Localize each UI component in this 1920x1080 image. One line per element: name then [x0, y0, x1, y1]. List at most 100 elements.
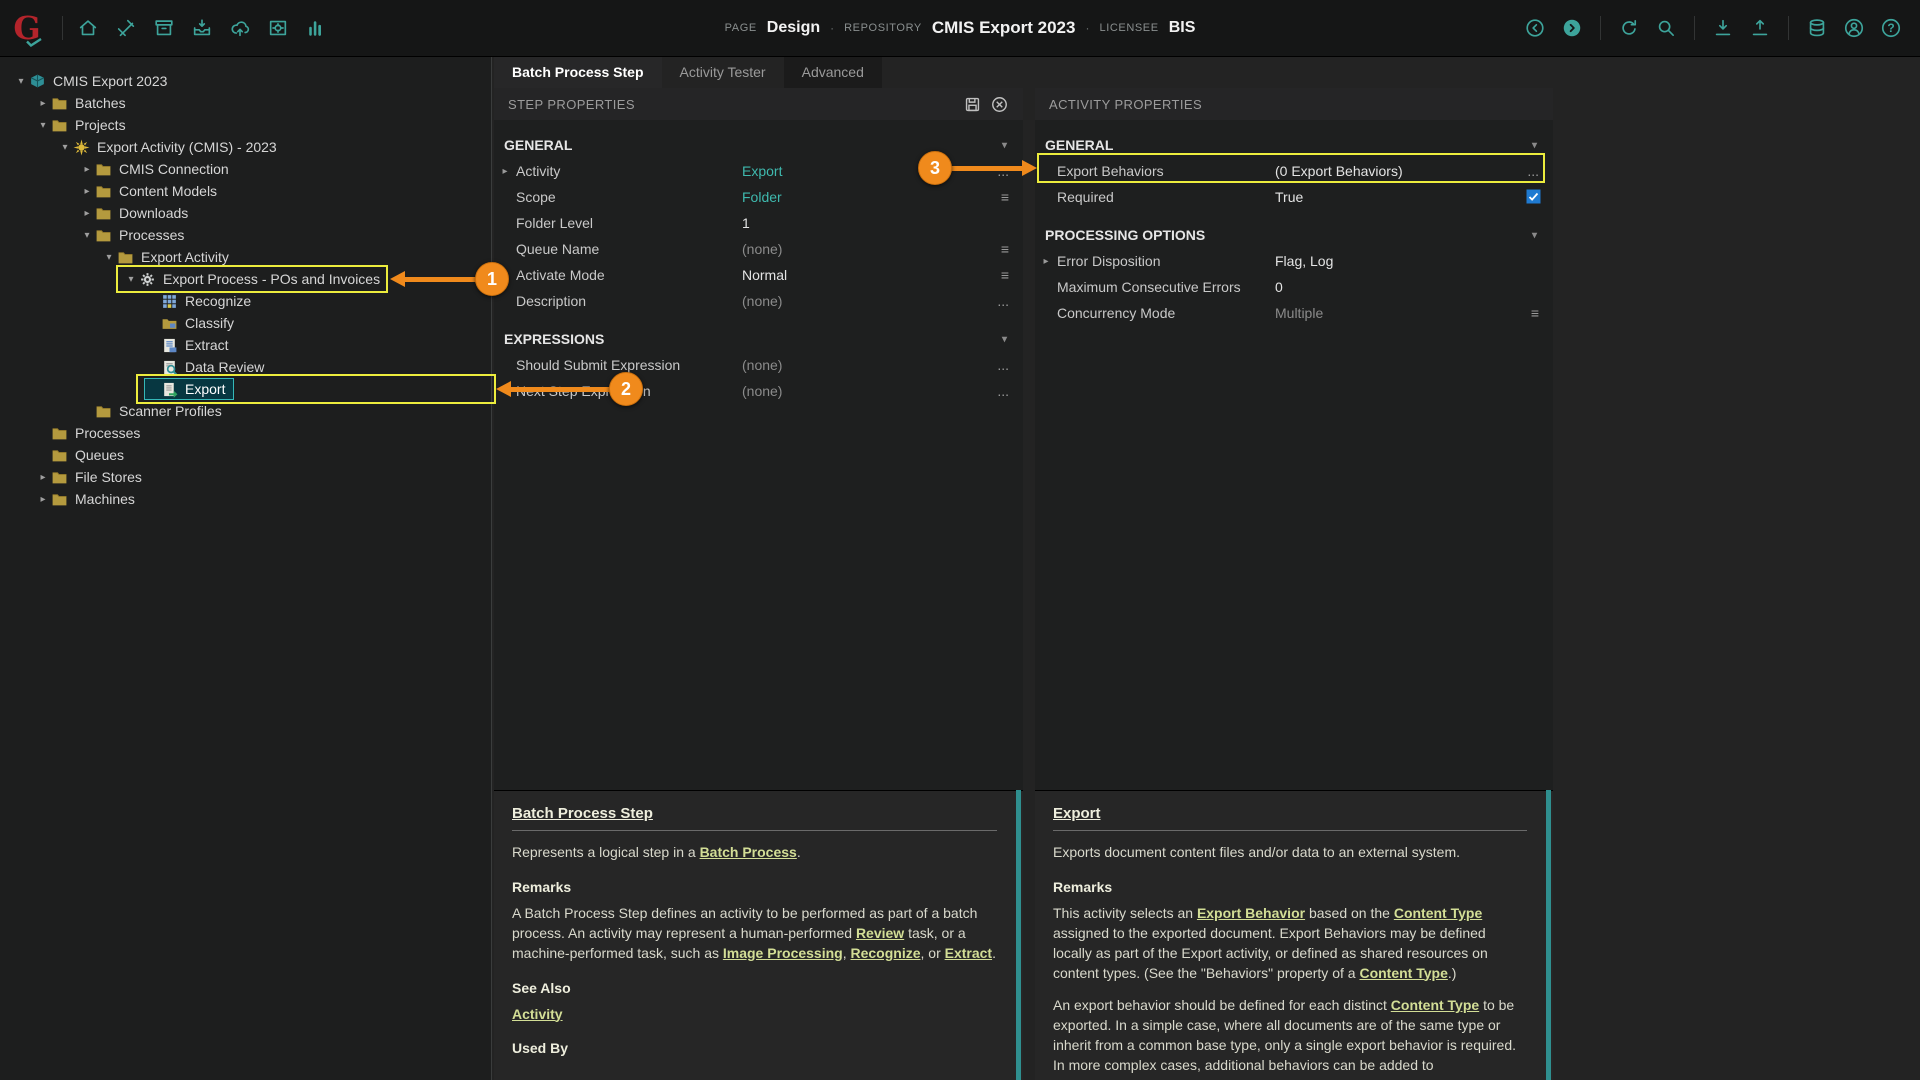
- property-value[interactable]: (none): [742, 378, 782, 404]
- tree-item-content[interactable]: ▸ Content Models: [78, 180, 226, 202]
- property-value[interactable]: True: [1275, 184, 1303, 210]
- property-row-activate-mode[interactable]: Activate Mode Normal ≡: [494, 262, 1023, 288]
- property-value[interactable]: (none): [742, 352, 782, 378]
- tree-item-processes[interactable]: ▾ Processes: [0, 224, 491, 246]
- menu-button[interactable]: ≡: [1531, 300, 1539, 326]
- bar-chart-button[interactable]: [299, 11, 333, 45]
- tree-item-processes[interactable]: Processes: [0, 422, 491, 444]
- tree-item-classify[interactable]: Classify: [0, 312, 491, 334]
- doc-link-activity[interactable]: Activity: [512, 1006, 563, 1022]
- doc-link-content-type[interactable]: Content Type: [1394, 905, 1482, 921]
- tree-item-content[interactable]: ▸ CMIS Connection: [78, 158, 238, 180]
- ellipsis-button[interactable]: ...: [1527, 158, 1539, 184]
- repository-value[interactable]: CMIS Export 2023: [932, 18, 1076, 38]
- tree-item-content[interactable]: ▾ Processes: [78, 224, 193, 246]
- doc-scrollbar[interactable]: [1016, 790, 1021, 1080]
- refresh-button[interactable]: [1612, 11, 1646, 45]
- tree-item-cmis-connection[interactable]: ▸ CMIS Connection: [0, 158, 491, 180]
- tree-item-content[interactable]: Recognize: [144, 290, 260, 312]
- tree-item-recognize[interactable]: Recognize: [0, 290, 491, 312]
- doc-link-recognize[interactable]: Recognize: [850, 945, 920, 961]
- chevron-right-icon[interactable]: ▸: [79, 186, 95, 197]
- property-row-queue-name[interactable]: Queue Name (none) ≡: [494, 236, 1023, 262]
- property-row-export-behaviors[interactable]: Export Behaviors (0 Export Behaviors)...: [1035, 158, 1553, 184]
- doc-link-batch-process[interactable]: Batch Process: [700, 844, 797, 860]
- expander-icon[interactable]: ▸: [1035, 256, 1057, 267]
- doc-link-extract[interactable]: Extract: [945, 945, 992, 961]
- property-row-required[interactable]: Required True: [1035, 184, 1553, 210]
- tree-item-content[interactable]: Extract: [144, 334, 238, 356]
- tab-batch-process-step[interactable]: Batch Process Step: [494, 56, 662, 88]
- save-button[interactable]: [963, 95, 982, 114]
- tree-item-file-stores[interactable]: ▸ File Stores: [0, 466, 491, 488]
- chevron-down-icon[interactable]: ▾: [1002, 334, 1007, 345]
- tree-item-machines[interactable]: ▸ Machines: [0, 488, 491, 510]
- property-value[interactable]: Multiple: [1275, 300, 1323, 326]
- doc-link-review[interactable]: Review: [856, 925, 904, 941]
- chevron-right-icon[interactable]: ▸: [35, 98, 51, 109]
- tree-item-content-models[interactable]: ▸ Content Models: [0, 180, 491, 202]
- import-inbox-button[interactable]: [185, 11, 219, 45]
- property-row-should-submit-expression[interactable]: Should Submit Expression (none)...: [494, 352, 1023, 378]
- property-row-description[interactable]: Description (none)...: [494, 288, 1023, 314]
- tree-item-queues[interactable]: Queues: [0, 444, 491, 466]
- property-value[interactable]: (0 Export Behaviors): [1275, 158, 1403, 184]
- chevron-down-icon[interactable]: ▾: [101, 252, 117, 263]
- doc-link-export-behavior[interactable]: Export Behavior: [1197, 905, 1305, 921]
- download-button[interactable]: [1706, 11, 1740, 45]
- property-value[interactable]: Folder: [742, 184, 782, 210]
- property-row-error-disposition[interactable]: ▸ Error Disposition Flag, Log: [1035, 248, 1553, 274]
- tree-item-extract[interactable]: Extract: [0, 334, 491, 356]
- chevron-down-icon[interactable]: ▾: [1532, 140, 1537, 151]
- tree-item-content[interactable]: Classify: [144, 312, 243, 334]
- chevron-down-icon[interactable]: ▾: [1532, 230, 1537, 241]
- task-box-button[interactable]: [261, 11, 295, 45]
- chevron-down-icon[interactable]: ▾: [79, 230, 95, 241]
- doc-scrollbar[interactable]: [1546, 790, 1551, 1080]
- ellipsis-button[interactable]: ...: [997, 352, 1009, 378]
- tab-advanced[interactable]: Advanced: [783, 56, 882, 88]
- expander-icon[interactable]: ▸: [494, 166, 516, 177]
- tree-item-content[interactable]: ▾ Export Process - POs and Invoices: [122, 268, 389, 290]
- tree-item-data-review[interactable]: Data Review: [0, 356, 491, 378]
- property-value[interactable]: (none): [742, 288, 782, 314]
- chevron-down-icon[interactable]: ▾: [123, 274, 139, 285]
- page-value[interactable]: Design: [767, 19, 820, 37]
- tree-item-content[interactable]: Export: [144, 378, 235, 400]
- property-row-concurrency-mode[interactable]: Concurrency Mode Multiple ≡: [1035, 300, 1553, 326]
- chevron-right-icon[interactable]: ▸: [79, 164, 95, 175]
- home-button[interactable]: [71, 11, 105, 45]
- chevron-right-icon[interactable]: ▸: [35, 472, 51, 483]
- tree-item-content[interactable]: ▸ File Stores: [34, 466, 151, 488]
- tree-item-content[interactable]: Scanner Profiles: [78, 400, 231, 422]
- tree-item-content[interactable]: ▸ Machines: [34, 488, 144, 510]
- menu-button[interactable]: ≡: [1001, 236, 1009, 262]
- database-button[interactable]: [1800, 11, 1834, 45]
- menu-button[interactable]: ≡: [1001, 262, 1009, 288]
- tree-item-content[interactable]: ▾ Projects: [34, 114, 135, 136]
- tree-item-content[interactable]: Processes: [34, 422, 149, 444]
- menu-button[interactable]: ≡: [1001, 184, 1009, 210]
- ellipsis-button[interactable]: ...: [997, 158, 1009, 184]
- tree-item-content[interactable]: ▾ CMIS Export 2023: [12, 70, 176, 92]
- tree-item-scanner-profiles[interactable]: Scanner Profiles: [0, 400, 491, 422]
- doc-link-content-type[interactable]: Content Type: [1391, 997, 1479, 1013]
- chevron-down-icon[interactable]: ▾: [1002, 140, 1007, 151]
- upload-button[interactable]: [1743, 11, 1777, 45]
- grooper-logo[interactable]: G: [0, 0, 54, 56]
- chevron-down-icon[interactable]: ▾: [57, 142, 73, 153]
- tree-item-export-activity-cmis-2023[interactable]: ▾ Export Activity (CMIS) - 2023: [0, 136, 491, 158]
- nav-forward-button[interactable]: [1555, 11, 1589, 45]
- chevron-down-icon[interactable]: ▾: [35, 120, 51, 131]
- tree-item-downloads[interactable]: ▸ Downloads: [0, 202, 491, 224]
- nav-back-button[interactable]: [1518, 11, 1552, 45]
- chevron-right-icon[interactable]: ▸: [35, 494, 51, 505]
- section-general[interactable]: GENERAL ▾: [1035, 132, 1553, 158]
- tree-item-content[interactable]: Queues: [34, 444, 133, 466]
- property-row-scope[interactable]: Scope Folder ≡: [494, 184, 1023, 210]
- property-row-folder-level[interactable]: Folder Level 1: [494, 210, 1023, 236]
- tree-item-batches[interactable]: ▸ Batches: [0, 92, 491, 114]
- property-value[interactable]: 1: [742, 210, 750, 236]
- tree-item-cmis-export-2023[interactable]: ▾ CMIS Export 2023: [0, 70, 491, 92]
- checkbox-checked-icon[interactable]: [1526, 189, 1541, 207]
